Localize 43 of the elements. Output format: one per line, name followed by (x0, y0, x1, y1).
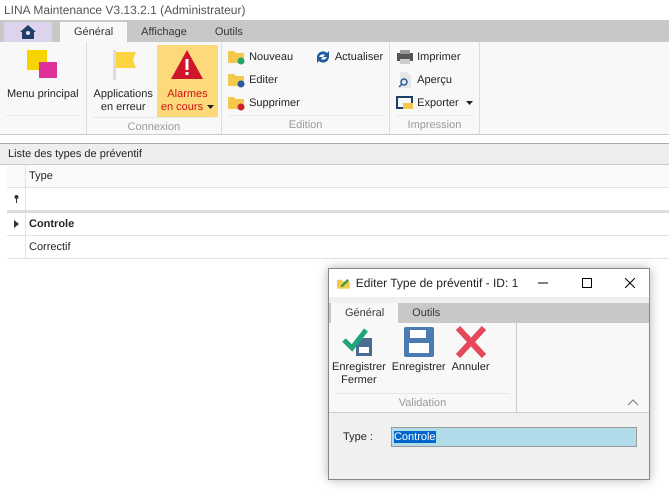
folder-icon (228, 48, 246, 64)
export-icon (396, 94, 414, 110)
warning-icon (170, 48, 204, 82)
ribbon-button[interactable]: Actualiser (310, 45, 386, 68)
table-cell[interactable]: Controle (26, 213, 669, 235)
collapse-icon (627, 398, 639, 406)
folder-icon (228, 94, 246, 110)
ribbon-button[interactable]: Imprimer (393, 45, 476, 68)
table-cell[interactable]: Correctif (26, 236, 669, 258)
ribbon-tab[interactable]: Général (60, 22, 128, 42)
type-input[interactable]: Controle (390, 427, 637, 447)
group-label: Impression (396, 115, 473, 134)
close-icon (625, 278, 636, 288)
home-icon (20, 25, 36, 39)
pin-icon (14, 195, 18, 203)
ribbon-button[interactable]: Annuler (448, 326, 493, 393)
edit-icon (337, 276, 350, 290)
dialog-title: Editer Type de préventif - ID: 1 (356, 276, 518, 290)
field-label: Type : (343, 431, 373, 443)
group-label: Edition (228, 115, 384, 134)
ribbon-button[interactable]: Applications en erreur (90, 45, 157, 117)
ribbon-tab[interactable]: Outils (398, 303, 454, 323)
ribbon-button[interactable]: Menu principal (3, 45, 83, 115)
ribbon-button[interactable]: Alarmes en cours (156, 45, 218, 117)
ribbon-button[interactable]: Aperçu (393, 68, 476, 91)
ribbon-button[interactable]: Nouveau (225, 45, 303, 68)
ribbon-button[interactable]: Exporter (393, 91, 476, 114)
group-label: Connexion (92, 117, 216, 136)
ribbon-button[interactable]: Editer (225, 68, 303, 91)
group-label: Validation (335, 393, 510, 412)
printer-icon (396, 48, 414, 64)
ribbon-button[interactable]: Enregistrer Fermer (329, 326, 389, 393)
ribbon-button[interactable]: Enregistrer (388, 326, 449, 393)
folder-icon (228, 72, 246, 88)
ribbon-tab[interactable]: Affichage (127, 22, 201, 42)
home-button[interactable] (4, 22, 52, 42)
panel-title: Liste des types de préventif (0, 144, 669, 165)
maximize-icon (582, 278, 592, 288)
ribbon-tab[interactable]: Général (331, 303, 398, 323)
ribbon-button[interactable]: Supprimer (225, 91, 303, 114)
save-icon (402, 326, 436, 358)
close-icon (454, 326, 488, 358)
ribbon-tab[interactable]: Outils (200, 22, 257, 42)
